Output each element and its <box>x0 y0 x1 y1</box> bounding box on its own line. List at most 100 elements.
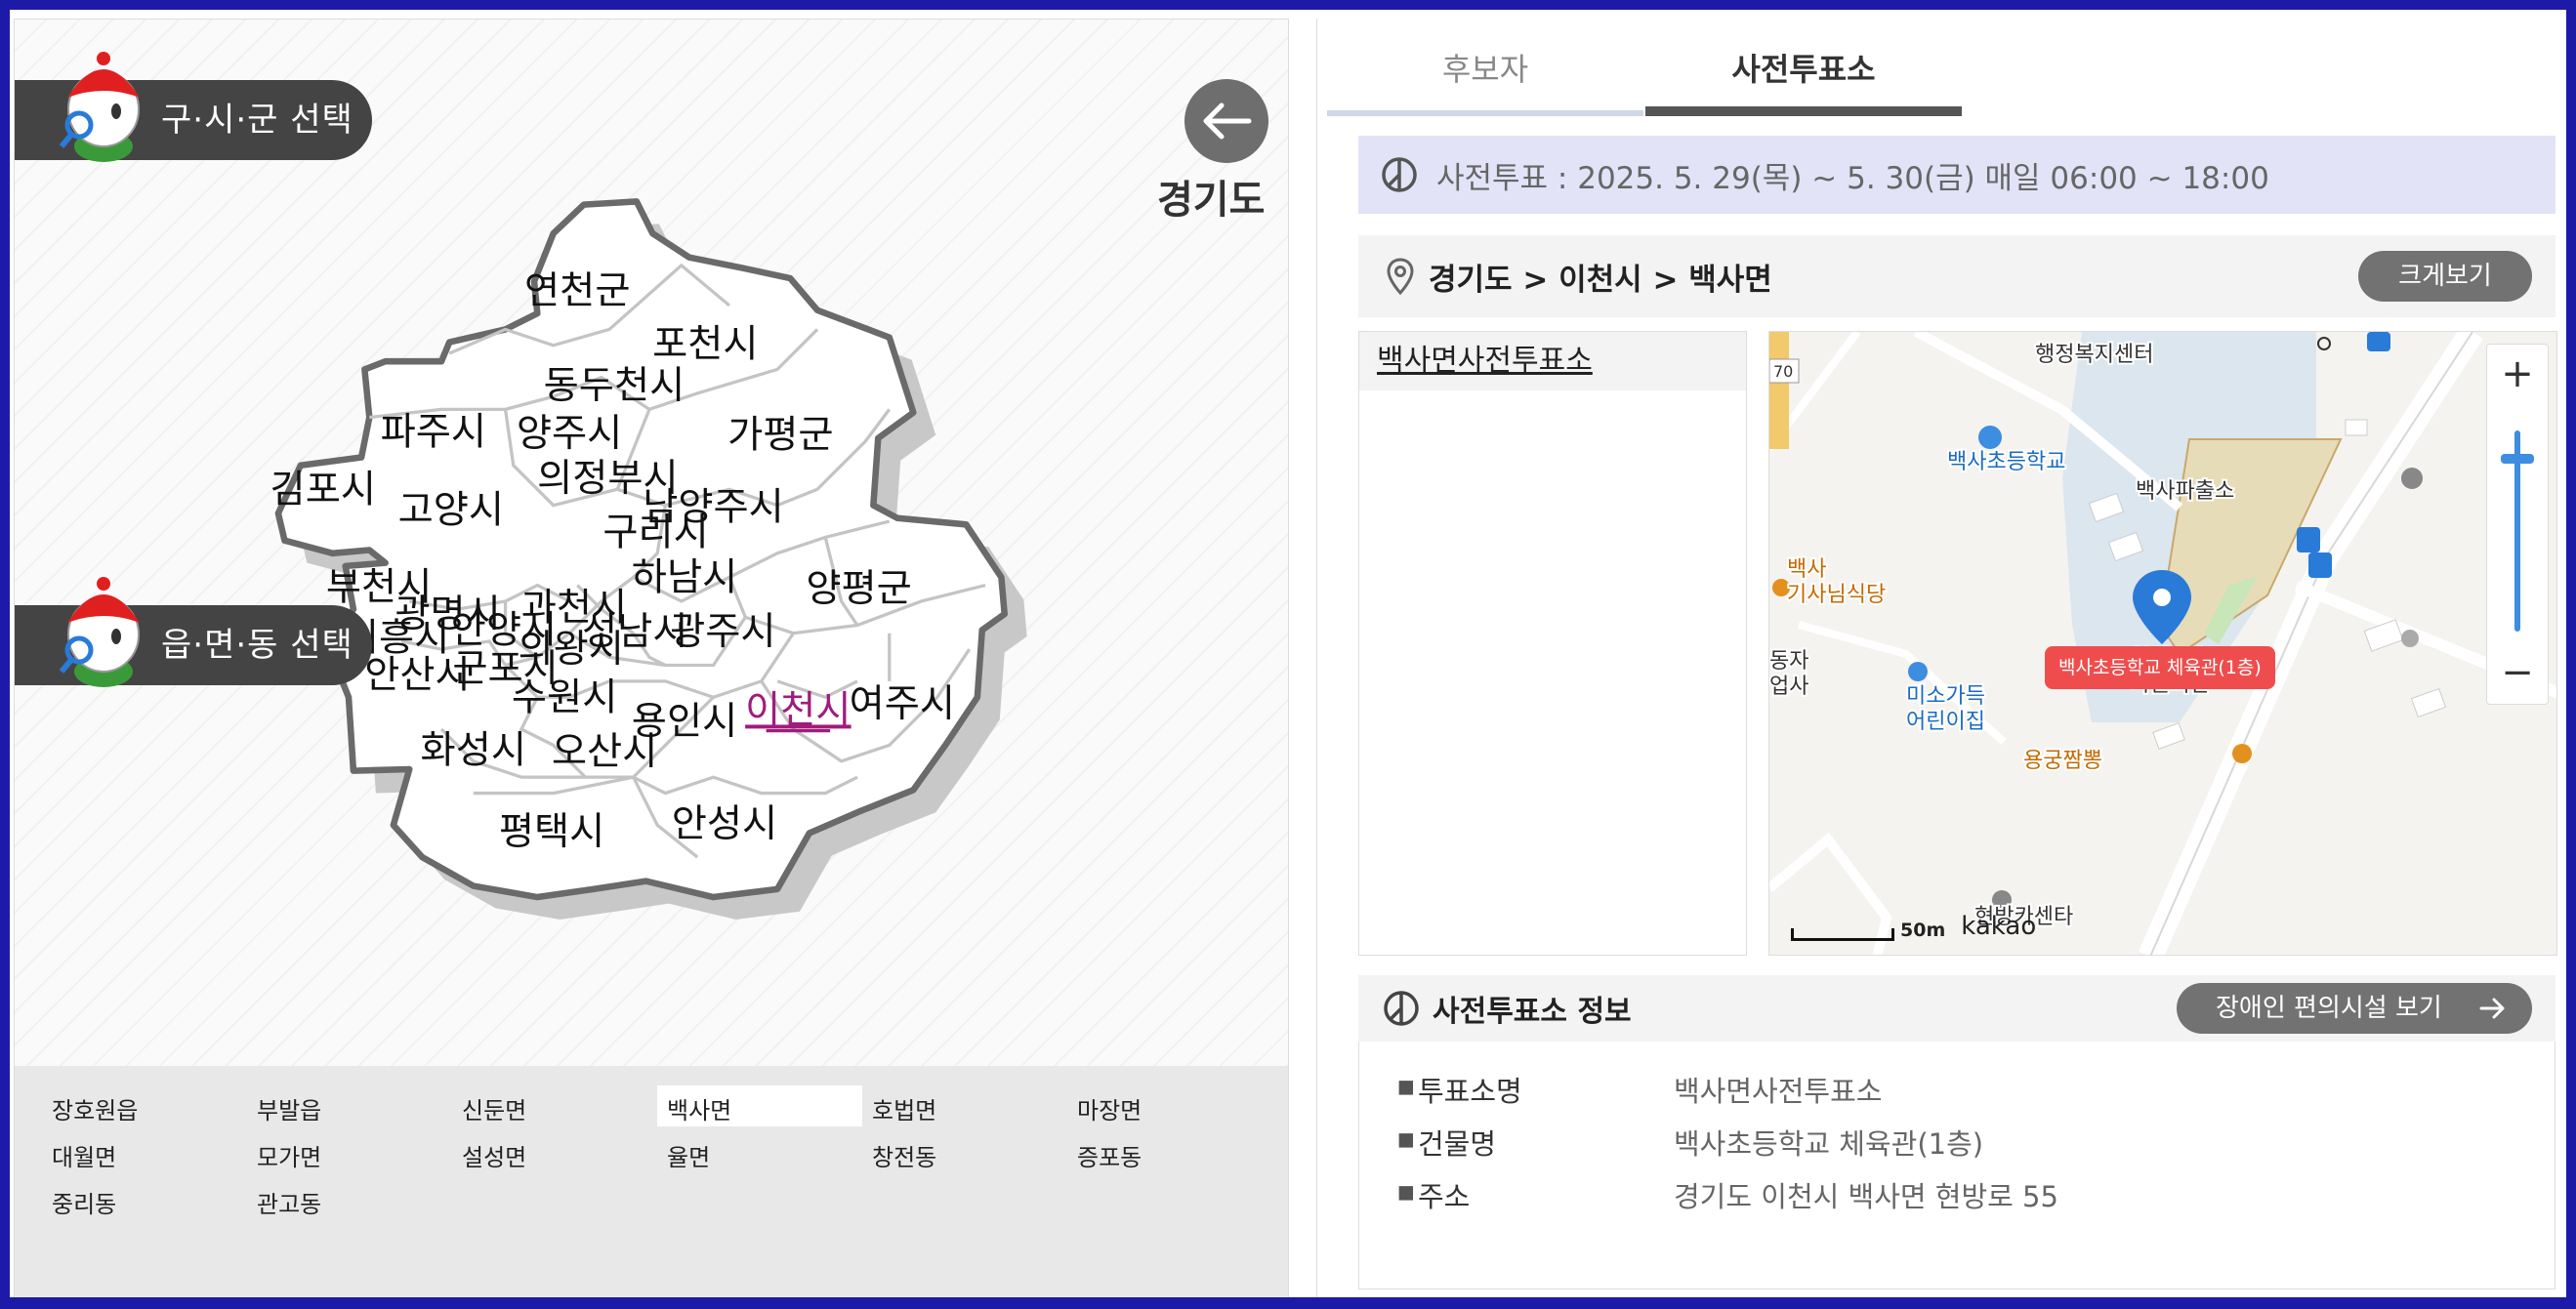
map-region-0[interactable]: 연천군 <box>524 269 630 313</box>
notice-text: 사전투표 : 2025. 5. 29(목) ~ 5. 30(금) 매일 06:0… <box>1436 160 2269 196</box>
map-place-label[interactable]: 어린이집 <box>1904 708 1987 736</box>
map-place-label[interactable]: 동자 <box>1769 647 1810 675</box>
dong-item[interactable]: 장호원읍 <box>42 1085 247 1126</box>
map-region-18[interactable]: 광주시 <box>670 610 775 654</box>
kakao-map[interactable]: 70 행정복지센터 백사초등학교 백사파출소 백사 기사님식당 동자 업사 미소… <box>1768 331 2557 956</box>
map-place-label[interactable]: 업사 <box>1769 673 1810 701</box>
arrow-left-icon <box>1203 102 1252 140</box>
map-region-6[interactable]: 김포시 <box>270 468 376 511</box>
map-place-label[interactable]: 백사초등학교 <box>1945 448 2067 476</box>
gyeonggi-map-svg: 연천군포천시동두천시파주시 양주시 가평군김포시 의정부시고양시 남양주시구리시부천시 하… <box>270 198 1027 920</box>
map-region-24[interactable]: 이천시 <box>745 688 851 732</box>
dong-item[interactable]: 율면 <box>657 1132 862 1173</box>
dong-item[interactable]: 백사면 <box>657 1085 862 1126</box>
map-region-30[interactable]: 평택시 <box>499 810 604 854</box>
dong-item[interactable]: 관고동 <box>247 1179 452 1220</box>
location-bar: 경기도 > 이천시 > 백사면 크게보기 <box>1358 235 2555 317</box>
station-info-header: 사전투표소 정보 장애인 편의시설 보기 <box>1358 975 2555 1042</box>
station-info-row: ▪ 주소 경기도 이천시 백사면 현방로 55 <box>1396 1174 2058 1215</box>
dong-item[interactable]: 설성면 <box>452 1132 657 1173</box>
zoom-control: + − <box>2486 344 2549 705</box>
dong-item[interactable]: 대월면 <box>42 1132 247 1173</box>
accessibility-button-label: 장애인 편의시설 보기 <box>2216 994 2442 1023</box>
info-key: 투표소명 <box>1418 1075 1522 1108</box>
dong-item[interactable]: 마장면 <box>1067 1085 1272 1126</box>
bullet-icon: ▪ <box>1396 1069 1416 1102</box>
map-region-29[interactable]: 안성시 <box>672 802 777 846</box>
map-scale: 50m kakao <box>1791 912 2036 941</box>
map-region-12[interactable]: 하남시 <box>632 555 737 599</box>
scale-label: 50m <box>1900 920 1946 941</box>
map-place-label[interactable]: 백사 <box>1785 555 1828 584</box>
map-region-10[interactable]: 구리시 <box>602 511 708 555</box>
map-region-25[interactable]: 여주시 <box>850 682 955 726</box>
station-info-title: 사전투표소 정보 <box>1433 995 1632 1029</box>
map-place-label[interactable]: 백사파출소 <box>2134 477 2236 506</box>
accessibility-facilities-button[interactable]: 장애인 편의시설 보기 <box>2177 983 2532 1034</box>
station-info-row: ▪ 건물명 백사초등학교 체육관(1층) <box>1396 1122 1983 1163</box>
dong-item[interactable]: 중리동 <box>42 1179 247 1220</box>
dong-item[interactable]: 창전동 <box>862 1132 1067 1173</box>
zoom-in-button[interactable]: + <box>2487 345 2548 405</box>
region-title: 경기도 <box>1157 178 1266 223</box>
gyeonggi-map: 연천군 포천시 동두천시 파주시 양주시 가평군 김포시 의정부시 고양시 남양주시 구리시 부천시 하… <box>259 185 1040 937</box>
early-vote-notice: 사전투표 : 2025. 5. 29(목) ~ 5. 30(금) 매일 06:0… <box>1358 136 2555 214</box>
browser-frame: 구·시·군 선택 경기도 연천군 포천시 동두천시 파주시 양주시 가평군 김포… <box>0 0 2576 1309</box>
vote-mark-icon <box>1382 157 1417 192</box>
map-place-label[interactable]: 기사님식당 <box>1785 581 1888 609</box>
district-select-label: 구·시·군 선택 <box>161 101 353 140</box>
vote-mark-icon <box>1384 991 1419 1026</box>
map-canvas: 70 행정복지센터백사초등학교백사파출소백사기사님식당동자업사 미소가득어린이집… <box>1769 332 2556 955</box>
region-selector-panel: 구·시·군 선택 경기도 연천군 포천시 동두천시 파주시 양주시 가평군 김포… <box>14 19 1289 1297</box>
mascot-icon <box>59 577 140 687</box>
dong-grid: 장호원읍 부발읍 신둔면 백사면 호법면 마장면대월면 모가면 설성면 율면 창전동 증포동중리동 관… <box>42 1085 1272 1226</box>
map-region-5[interactable]: 가평군 <box>727 414 833 458</box>
polling-station-panel: 후보자 사전투표소 사전투표 : 2025. 5. 29(목) ~ 5. 30(… <box>1316 19 2566 1297</box>
tab-candidates[interactable]: 후보자 <box>1327 19 1643 116</box>
location-pin-icon <box>1387 258 1414 296</box>
kakao-logo[interactable]: kakao <box>1961 912 2036 941</box>
location-path: 경기도 > 이천시 > 백사면 <box>1429 262 1772 298</box>
dong-item[interactable]: 모가면 <box>247 1132 452 1173</box>
dong-list-area: 장호원읍 부발읍 신둔면 백사면 호법면 마장면대월면 모가면 설성면 율면 창전동 증포동중리동 관… <box>15 1066 1288 1297</box>
map-region-23[interactable]: 수원시 <box>512 675 617 719</box>
info-value: 백사초등학교 체육관(1층) <box>1674 1127 1984 1161</box>
dong-select-label: 읍·면·동 선택 <box>161 626 353 665</box>
tab-bar: 후보자 사전투표소 <box>1327 19 2566 116</box>
bullet-icon: ▪ <box>1396 1122 1416 1155</box>
info-value: 경기도 이천시 백사면 현방로 55 <box>1674 1180 2058 1213</box>
info-value: 백사면사전투표소 <box>1674 1075 1883 1108</box>
map-place-label[interactable]: 용궁짬뽕 <box>2021 747 2104 775</box>
back-button[interactable] <box>1184 79 1268 163</box>
mascot-icon <box>59 52 140 162</box>
tab-early-polling-stations[interactable]: 사전투표소 <box>1645 19 1962 116</box>
svg-text:70: 70 <box>1773 362 1793 381</box>
map-region-2[interactable]: 동두천시 <box>544 364 686 408</box>
map-place-label[interactable]: 행정복지센터 <box>2033 341 2155 369</box>
map-region-3[interactable]: 파주시 <box>381 410 486 454</box>
dong-item[interactable]: 호법면 <box>862 1085 1067 1126</box>
dong-item[interactable]: 증포동 <box>1067 1132 1272 1173</box>
enlarge-button[interactable]: 크게보기 <box>2358 251 2532 302</box>
map-region-13[interactable]: 양평군 <box>806 567 911 611</box>
map-region-27[interactable]: 화성시 <box>421 728 526 772</box>
arrow-right-icon <box>2479 998 2505 1019</box>
dong-item[interactable]: 신둔면 <box>452 1085 657 1126</box>
zoom-out-button[interactable]: − <box>2487 643 2548 704</box>
station-list-item[interactable]: 백사면사전투표소 <box>1359 332 1746 390</box>
info-key: 주소 <box>1418 1180 1471 1213</box>
info-key: 건물명 <box>1418 1127 1497 1161</box>
bullet-icon: ▪ <box>1396 1174 1416 1207</box>
dong-item[interactable]: 부발읍 <box>247 1085 452 1126</box>
map-region-1[interactable]: 포천시 <box>652 322 758 366</box>
zoom-slider-knob[interactable] <box>2501 454 2534 464</box>
station-info-row: ▪ 투표소명 백사면사전투표소 <box>1396 1069 1882 1110</box>
polling-station-marker-label[interactable]: 백사초등학교 체육관(1층) <box>2045 646 2275 689</box>
station-info-body: ▪ 투표소명 백사면사전투표소 ▪ 건물명 백사초등학교 체육관(1층) ▪ 주소 경기도 이천… <box>1358 1042 2555 1289</box>
station-list: 백사면사전투표소 <box>1358 331 1747 956</box>
scale-bar <box>1791 928 1894 941</box>
map-place-label[interactable]: 미소가득 <box>1904 682 1987 711</box>
map-region-4[interactable]: 양주시 <box>517 412 622 456</box>
map-region-28[interactable]: 오산시 <box>552 730 657 774</box>
map-region-8[interactable]: 고양시 <box>398 489 504 533</box>
